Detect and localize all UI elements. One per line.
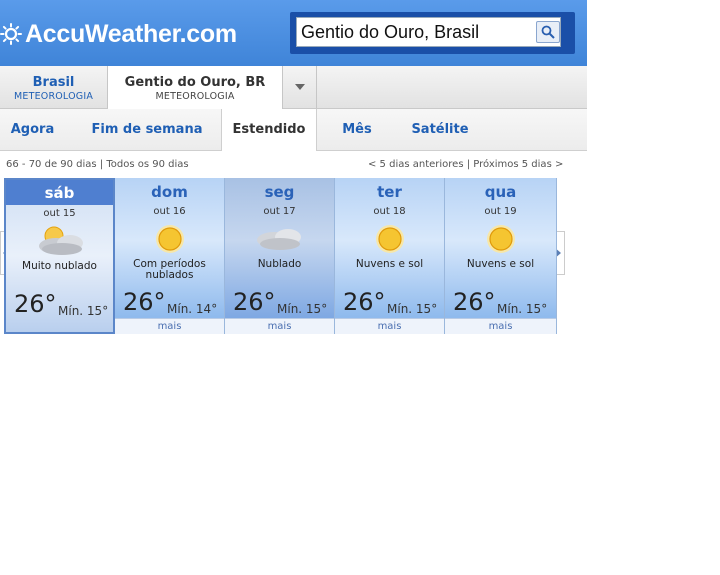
tab-satelite[interactable]: Satélite	[401, 109, 479, 150]
day-name: seg	[264, 183, 295, 201]
search-button[interactable]	[536, 21, 560, 43]
forecast-nav: Agora Fim de semana Estendido Mês Satéli…	[0, 109, 587, 151]
day-low-temp: Mín. 14°	[167, 302, 218, 316]
day-high-temp: 26°	[14, 290, 57, 318]
day-condition: Muito nublado	[22, 260, 97, 272]
day-card[interactable]: qua out 19 Nuvens e sol 26° Mín. 15° mai…	[445, 178, 557, 334]
location-bar: Brasil METEOROLOGIA Gentio do Ouro, BR M…	[0, 66, 587, 109]
cloud-icon	[225, 219, 334, 259]
more-link[interactable]: mais	[335, 318, 444, 334]
day-condition: Nuvens e sol	[466, 258, 535, 270]
tab-mes[interactable]: Mês	[328, 109, 386, 150]
day-card[interactable]: dom out 16 Com períodos nublados 26° Mín…	[115, 178, 225, 334]
sun-icon	[115, 219, 224, 259]
day-high-temp: 26°	[453, 288, 496, 316]
search-input[interactable]	[296, 17, 561, 47]
day-condition: Nublado	[257, 258, 302, 270]
day-name: dom	[151, 183, 188, 201]
day-pagination[interactable]: < 5 dias anteriores | Próximos 5 dias >	[368, 159, 563, 170]
search-box	[290, 12, 575, 54]
location-sub: METEOROLOGIA	[13, 91, 94, 102]
day-low-temp: Mín. 15°	[277, 302, 328, 316]
sun-logo-icon	[0, 23, 22, 45]
location-name: Gentio do Ouro, BR	[124, 75, 266, 90]
day-condition: Com períodos nublados	[133, 258, 206, 281]
chevron-down-icon	[294, 84, 305, 90]
tab-fim-de-semana[interactable]: Fim de semana	[80, 109, 214, 150]
sun-icon	[445, 219, 556, 259]
location-sub: METEOROLOGIA	[155, 91, 235, 102]
more-link[interactable]: mais	[445, 318, 556, 334]
location-tab-gentio[interactable]: Gentio do Ouro, BR METEOROLOGIA	[108, 66, 283, 109]
day-low-temp: Mín. 15°	[58, 304, 109, 318]
day-low-temp: Mín. 15°	[387, 302, 438, 316]
location-name: Brasil	[32, 75, 75, 90]
accuweather-logo[interactable]: AccuWeather.com	[0, 17, 237, 51]
day-name: ter	[377, 183, 402, 201]
day-high-temp: 26°	[233, 288, 276, 316]
day-card[interactable]: sáb out 15 Muito nublado 26° Mín. 15°	[4, 178, 115, 334]
tab-estendido[interactable]: Estendido	[221, 109, 317, 151]
forecast-strip: sáb out 15 Muito nublado 26° Mín. 15° do…	[4, 178, 557, 334]
day-date: out 17	[263, 206, 296, 217]
location-tab-brasil[interactable]: Brasil METEOROLOGIA	[0, 66, 108, 108]
day-card[interactable]: ter out 18 Nuvens e sol 26° Mín. 15° mai…	[335, 178, 445, 334]
tab-agora[interactable]: Agora	[0, 109, 65, 150]
day-date: out 15	[43, 208, 76, 219]
location-dropdown[interactable]	[283, 66, 317, 108]
day-range-info[interactable]: 66 - 70 de 90 dias | Todos os 90 dias	[6, 159, 189, 170]
more-link[interactable]: mais	[225, 318, 334, 334]
cloud-icon	[6, 221, 113, 261]
search-icon	[541, 25, 555, 39]
day-date: out 18	[373, 206, 406, 217]
day-card[interactable]: seg out 17 Nublado 26° Mín. 15° mais	[225, 178, 335, 334]
day-name: qua	[484, 183, 517, 201]
brand-name: AccuWeather.com	[25, 19, 237, 48]
more-link[interactable]: mais	[115, 318, 224, 334]
day-high-temp: 26°	[123, 288, 166, 316]
sun-icon	[335, 219, 444, 259]
header: AccuWeather.com	[0, 0, 587, 66]
day-condition: Nuvens e sol	[355, 258, 424, 270]
day-date: out 16	[153, 206, 186, 217]
day-high-temp: 26°	[343, 288, 386, 316]
day-low-temp: Mín. 15°	[497, 302, 548, 316]
day-date: out 19	[484, 206, 517, 217]
day-name: sáb	[6, 180, 113, 205]
